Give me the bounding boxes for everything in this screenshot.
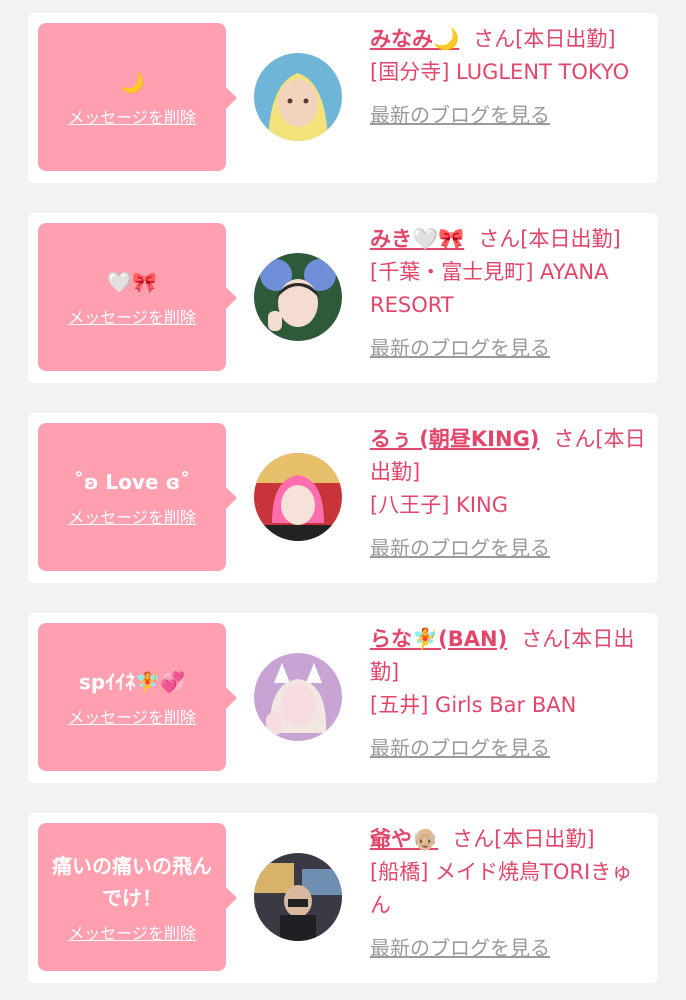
delete-message-link[interactable]: メッセージを削除 (68, 920, 196, 944)
message-text: 🤍🎀 (107, 270, 157, 294)
cast-info: 爺や👴🏼 さん[本日出勤] [船橋] メイド焼鳥TORIきゅん 最新のブログを見る (370, 823, 650, 965)
avatar-image (254, 453, 342, 541)
cast-info: みき🤍🎀 さん[本日出勤] [千葉・富士見町] AYANA RESORT 最新のブ… (370, 223, 650, 365)
avatar-image (254, 853, 342, 941)
message-bubble: 🤍🎀 メッセージを削除 (38, 223, 237, 371)
shop-info: [国分寺] LUGLENT TOKYO (370, 60, 630, 84)
shop-info: [八王子] KING (370, 493, 509, 517)
message-list: 🌙 メッセージを削除 みなみ🌙 さん[本日出勤] [国分寺] LUGLENT TO… (0, 0, 686, 1000)
message-bubble: ˚ʚ Love ɞ˚ メッセージを削除 (38, 423, 237, 571)
cast-name-link[interactable]: みき🤍🎀 (370, 227, 464, 251)
attendance-status: さん[本日出勤] (473, 27, 616, 51)
avatar[interactable] (254, 453, 342, 541)
cast-name-link[interactable]: 爺や👴🏼 (370, 827, 438, 851)
cast-info: らな🧚(BAN) さん[本日出勤] [五井] Girls Bar BAN 最新のブ… (370, 623, 650, 765)
cast-name-link[interactable]: みなみ🌙 (370, 27, 459, 51)
cast-name-link[interactable]: らな🧚(BAN) (370, 627, 507, 651)
cast-info: みなみ🌙 さん[本日出勤] [国分寺] LUGLENT TOKYO 最新のブログを… (370, 23, 650, 132)
message-card: 🤍🎀 メッセージを削除 みき🤍🎀 さん[本日出勤] [千葉・富士見町] AYANA… (28, 213, 658, 383)
avatar[interactable] (254, 653, 342, 741)
shop-info: [船橋] メイド焼鳥TORIきゅん (370, 860, 633, 917)
delete-message-link[interactable]: メッセージを削除 (68, 104, 196, 128)
message-card: spｲｲﾈ🧚💞 メッセージを削除 らな🧚(BAN) さん[本日出勤] [五井] G… (28, 613, 658, 783)
avatar-image (254, 53, 342, 141)
message-card: 🌙 メッセージを削除 みなみ🌙 さん[本日出勤] [国分寺] LUGLENT TO… (28, 13, 658, 183)
avatar-image (254, 253, 342, 341)
message-bubble: 痛いの痛いの飛んでけ！ メッセージを削除 (38, 823, 237, 971)
latest-blog-link[interactable]: 最新のブログを見る (370, 332, 550, 365)
shop-info: [千葉・富士見町] AYANA RESORT (370, 260, 609, 317)
latest-blog-link[interactable]: 最新のブログを見る (370, 532, 550, 565)
delete-message-link[interactable]: メッセージを削除 (68, 704, 196, 728)
message-card: 痛いの痛いの飛んでけ！ メッセージを削除 爺や👴🏼 さん[本日出勤] [船橋] メ… (28, 813, 658, 983)
message-text: spｲｲﾈ🧚💞 (78, 670, 186, 694)
shop-info: [五井] Girls Bar BAN (370, 693, 577, 717)
latest-blog-link[interactable]: 最新のブログを見る (370, 99, 550, 132)
cast-info: るぅ (朝昼KING) さん[本日出勤] [八王子] KING 最新のブログを見る (370, 423, 650, 565)
delete-message-link[interactable]: メッセージを削除 (68, 304, 196, 328)
latest-blog-link[interactable]: 最新のブログを見る (370, 932, 550, 965)
attendance-status: さん[本日出勤] (478, 227, 621, 251)
message-bubble: spｲｲﾈ🧚💞 メッセージを削除 (38, 623, 237, 771)
attendance-status: さん[本日出勤] (452, 827, 595, 851)
message-text: 痛いの痛いの飛んでけ！ (52, 854, 212, 910)
message-text: 🌙 (119, 70, 145, 94)
avatar[interactable] (254, 53, 342, 141)
avatar-image (254, 653, 342, 741)
avatar[interactable] (254, 253, 342, 341)
message-text: ˚ʚ Love ɞ˚ (73, 470, 191, 494)
latest-blog-link[interactable]: 最新のブログを見る (370, 732, 550, 765)
avatar[interactable] (254, 853, 342, 941)
message-card: ˚ʚ Love ɞ˚ メッセージを削除 るぅ (朝昼KING) さん[本日出勤] … (28, 413, 658, 583)
cast-name-link[interactable]: るぅ (朝昼KING) (370, 427, 539, 451)
delete-message-link[interactable]: メッセージを削除 (68, 504, 196, 528)
message-bubble: 🌙 メッセージを削除 (38, 23, 237, 171)
